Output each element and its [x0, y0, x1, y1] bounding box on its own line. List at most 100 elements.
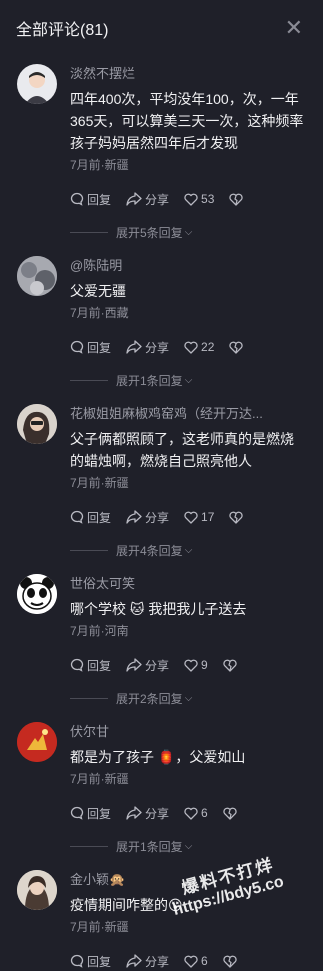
chevron-down-icon: ⌵ [184, 692, 193, 704]
reply-icon [70, 806, 84, 820]
share-icon [126, 954, 142, 968]
share-button[interactable]: 分享 [126, 339, 169, 356]
comment-actions: 回复 分享 9 [70, 655, 307, 675]
share-label: 分享 [145, 192, 170, 207]
reply-icon [70, 192, 84, 206]
comment-author[interactable]: 淡然不摆烂 [70, 64, 307, 83]
chevron-down-icon: ⌵ [184, 840, 193, 852]
comment-text: 父爱无疆 [70, 283, 126, 299]
like-button[interactable]: 6 [184, 806, 208, 820]
comment-author[interactable]: 金小颖🙊 [70, 870, 307, 889]
share-button[interactable]: 分享 [126, 509, 169, 526]
share-icon [126, 510, 142, 524]
share-label: 分享 [145, 340, 170, 355]
comment-author[interactable]: 伏尔甘 [70, 722, 307, 741]
share-icon [126, 340, 142, 354]
reply-label: 回复 [87, 192, 112, 207]
share-label: 分享 [145, 658, 170, 673]
comment-author[interactable]: @陈陆明 [70, 256, 307, 275]
reply-icon [70, 658, 84, 672]
comment-actions: 回复 分享 53 [70, 189, 307, 209]
heart-icon [184, 193, 198, 206]
expand-replies-button[interactable]: 展开1条回复 ⌵ [70, 837, 307, 855]
comment-text: 父子俩都照顾了，这老师真的是燃烧的蜡烛啊，燃烧自己照亮他人 [70, 431, 294, 469]
share-button[interactable]: 分享 [126, 805, 169, 822]
like-button[interactable]: 9 [184, 658, 208, 672]
comment-author[interactable]: 世俗太可笑 [70, 574, 307, 593]
dislike-button[interactable] [223, 955, 240, 968]
avatar[interactable] [17, 256, 57, 296]
comment-item: 金小颖🙊 疫情期间咋整的😵 7月前·新疆 回复 分享 6 [0, 870, 323, 971]
comment-actions: 回复 分享 6 [70, 803, 307, 823]
broken-heart-icon [223, 955, 237, 968]
comment-meta: 7月前·新疆 [70, 476, 129, 490]
like-count: 17 [201, 510, 215, 524]
share-button[interactable]: 分享 [126, 657, 169, 674]
divider-line [70, 845, 108, 847]
like-button[interactable]: 17 [184, 510, 214, 524]
heart-icon [184, 807, 198, 820]
avatar[interactable] [17, 64, 57, 104]
dislike-button[interactable] [229, 511, 246, 524]
reply-button[interactable]: 回复 [70, 191, 111, 208]
heart-icon [184, 659, 198, 672]
broken-heart-icon [229, 511, 244, 524]
dislike-button[interactable] [229, 341, 246, 354]
expand-replies-label: 展开1条回复 [116, 839, 183, 854]
like-count: 6 [201, 954, 208, 968]
chevron-down-icon: ⌵ [184, 374, 193, 386]
comment-item: 花椒姐姐麻椒鸡窑鸡（经开万达... 父子俩都照顾了，这老师真的是燃烧的蜡烛啊，燃… [0, 404, 323, 559]
expand-replies-button[interactable]: 展开5条回复 ⌵ [70, 223, 307, 241]
reply-label: 回复 [87, 340, 112, 355]
like-button[interactable]: 53 [184, 192, 214, 206]
expand-replies-button[interactable]: 展开2条回复 ⌵ [70, 689, 307, 707]
reply-label: 回复 [87, 658, 112, 673]
avatar[interactable] [17, 870, 57, 910]
reply-button[interactable]: 回复 [70, 509, 111, 526]
comments-title: 全部评论(81) [16, 22, 109, 39]
reply-button[interactable]: 回复 [70, 805, 111, 822]
like-button[interactable]: 22 [184, 340, 214, 354]
reply-icon [70, 954, 84, 968]
expand-replies-label: 展开2条回复 [116, 691, 183, 706]
share-label: 分享 [145, 510, 170, 525]
comment-meta: 7月前·新疆 [70, 920, 129, 934]
comment-meta: 7月前·西藏 [70, 306, 129, 320]
reply-button[interactable]: 回复 [70, 657, 111, 674]
like-count: 9 [201, 658, 208, 672]
comment-text: 四年400次，平均没年100，次，一年365天，可以算美三天一次，这种频率孩子妈… [70, 91, 304, 151]
chevron-down-icon: ⌵ [184, 226, 193, 238]
like-button[interactable]: 6 [184, 954, 208, 968]
close-icon[interactable]: ✕ [285, 17, 303, 39]
share-label: 分享 [145, 806, 170, 821]
reply-button[interactable]: 回复 [70, 339, 111, 356]
heart-icon [184, 341, 198, 354]
like-count: 22 [201, 340, 215, 354]
avatar[interactable] [17, 404, 57, 444]
avatar[interactable] [17, 722, 57, 762]
comment-text: 哪个学校 🐱 我把我儿子送去 [70, 601, 247, 617]
dislike-button[interactable] [229, 193, 246, 206]
reply-label: 回复 [87, 510, 112, 525]
comment-list: 淡然不摆烂 四年400次，平均没年100，次，一年365天，可以算美三天一次，这… [0, 64, 323, 971]
divider-line [70, 231, 108, 233]
broken-heart-icon [229, 193, 244, 206]
comment-actions: 回复 分享 22 [70, 337, 307, 357]
comment-author[interactable]: 花椒姐姐麻椒鸡窑鸡（经开万达... [70, 404, 307, 423]
comment-actions: 回复 分享 6 [70, 951, 307, 971]
reply-icon [70, 510, 84, 524]
heart-icon [184, 955, 198, 968]
share-button[interactable]: 分享 [126, 191, 169, 208]
divider-line [70, 549, 108, 551]
expand-replies-button[interactable]: 展开1条回复 ⌵ [70, 371, 307, 389]
dislike-button[interactable] [223, 659, 240, 672]
dislike-button[interactable] [223, 807, 240, 820]
reply-label: 回复 [87, 806, 112, 821]
avatar[interactable] [17, 574, 57, 614]
expand-replies-label: 展开1条回复 [116, 373, 183, 388]
expand-replies-button[interactable]: 展开4条回复 ⌵ [70, 541, 307, 559]
comment-text: 疫情期间咋整的😵 [70, 897, 183, 913]
broken-heart-icon [223, 807, 237, 820]
like-count: 53 [201, 192, 215, 206]
comment-item: 淡然不摆烂 四年400次，平均没年100，次，一年365天，可以算美三天一次，这… [0, 64, 323, 241]
